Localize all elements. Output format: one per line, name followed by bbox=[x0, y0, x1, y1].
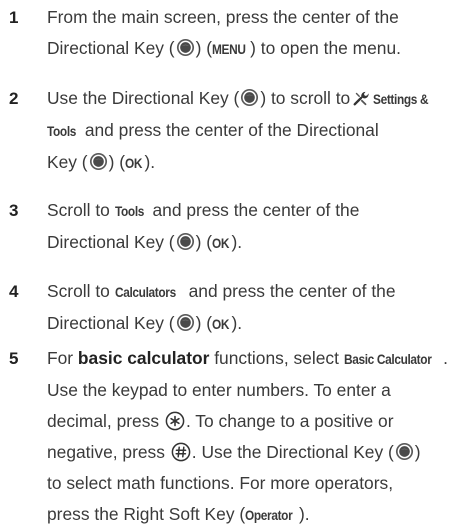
step-line: Use the Directional Key ( ) to scroll to S… bbox=[47, 83, 473, 115]
step-line: Key ( ) (OK). bbox=[47, 147, 473, 179]
directional-key-icon bbox=[176, 232, 195, 251]
directional-key-icon bbox=[395, 442, 414, 461]
text-segment: . Use the Directional Key ( bbox=[191, 442, 394, 462]
text-segment: and press the center of the Directional bbox=[80, 120, 379, 140]
step-number: 2 bbox=[9, 89, 19, 108]
ok-key-label: OK bbox=[212, 236, 230, 251]
directional-key-icon bbox=[89, 152, 108, 171]
ok-key-label: OK bbox=[125, 156, 143, 171]
step-line: Use the keypad to enter numbers. To ente… bbox=[47, 375, 473, 406]
calculators-label: Calculators bbox=[114, 285, 176, 300]
step-text: For basic calculator functions, select B… bbox=[47, 343, 473, 531]
step-number: 3 bbox=[9, 201, 19, 220]
step-line: Scroll to Calculators and press the cent… bbox=[47, 276, 473, 308]
text-segment: ) bbox=[414, 442, 421, 462]
text-segment: ) ( bbox=[195, 313, 212, 333]
text-segment: ). bbox=[298, 504, 310, 524]
text-segment: ). bbox=[231, 232, 243, 252]
menu-key-label: MENU bbox=[212, 42, 246, 57]
text-segment: Directional Key ( bbox=[47, 38, 175, 58]
text-segment: Scroll to bbox=[47, 281, 115, 301]
step-line: Directional Key ( ) (OK). bbox=[47, 308, 473, 340]
step-line: From the main screen, press the center o… bbox=[47, 2, 473, 33]
text-segment: ) ( bbox=[108, 152, 126, 172]
text-segment: ) ( bbox=[195, 232, 212, 252]
star-key-icon bbox=[165, 411, 185, 431]
step-line: Scroll to Tools and press the center of … bbox=[47, 195, 473, 227]
step-line: Tools and press the center of the Direct… bbox=[47, 115, 473, 147]
step-line: For basic calculator functions, select B… bbox=[47, 343, 473, 375]
text-segment: ) ( bbox=[195, 38, 212, 58]
directional-key-icon bbox=[176, 313, 195, 332]
step-text: Scroll to Tools and press the center of … bbox=[47, 195, 473, 259]
text-segment: ) to open the menu. bbox=[250, 38, 401, 58]
step-line: Directional Key ( ) (OK). bbox=[47, 227, 473, 259]
step-text: From the main screen, press the center o… bbox=[47, 2, 473, 65]
pound-key-icon bbox=[171, 442, 191, 462]
text-segment: . To change to a positive or bbox=[185, 411, 394, 431]
directional-key-icon bbox=[176, 38, 195, 57]
text-segment: press the Right Soft Key ( bbox=[47, 504, 246, 524]
text-segment: ) to scroll to bbox=[260, 88, 351, 108]
text-segment: and press the center of the bbox=[147, 200, 360, 220]
step-line: negative, press . Use the Directional Ke… bbox=[47, 437, 473, 468]
text-segment: Use the Directional Key ( bbox=[47, 88, 240, 108]
text-segment: ). bbox=[144, 152, 156, 172]
step-number: 1 bbox=[9, 8, 19, 27]
step-number: 5 bbox=[9, 349, 19, 368]
text-segment: Use the keypad to enter numbers. To ente… bbox=[47, 380, 391, 400]
operator-key-label: Operator bbox=[245, 508, 293, 523]
text-segment: functions, select bbox=[209, 348, 344, 368]
step-line: press the Right Soft Key (Operator). bbox=[47, 499, 473, 531]
text-segment: Directional Key ( bbox=[47, 313, 175, 333]
text-segment: negative, press bbox=[47, 442, 170, 462]
text-segment: to select math functions. For more opera… bbox=[47, 473, 394, 493]
text-segment: For bbox=[47, 348, 78, 368]
step-line: decimal, press . To change to a positive… bbox=[47, 406, 473, 437]
basic-calculator-label: Basic Calculator bbox=[343, 352, 432, 367]
step-line: to select math functions. For more opera… bbox=[47, 468, 473, 499]
basic-calculator-emphasis: basic calculator bbox=[77, 348, 210, 368]
wrench-icon bbox=[352, 89, 370, 107]
step-line: Directional Key ( ) (MENU ) to open the me… bbox=[47, 33, 473, 65]
step-text: Scroll to Calculators and press the cent… bbox=[47, 276, 473, 340]
settings-tools-label: Settings & bbox=[373, 92, 429, 107]
text-segment: Key ( bbox=[47, 152, 88, 172]
instruction-steps: 1 From the main screen, press the center… bbox=[0, 0, 475, 528]
step-number: 4 bbox=[9, 282, 19, 301]
text-segment: From the main screen, press the center o… bbox=[47, 7, 399, 27]
ok-key-label: OK bbox=[212, 317, 230, 332]
text-segment: . bbox=[443, 348, 449, 368]
text-segment: Directional Key ( bbox=[47, 232, 175, 252]
tools-label: Tools bbox=[114, 204, 144, 219]
text-segment: Scroll to bbox=[47, 200, 115, 220]
directional-key-icon bbox=[240, 88, 259, 107]
settings-tools-label: Tools bbox=[47, 124, 77, 139]
step-text: Use the Directional Key ( ) to scroll to S… bbox=[47, 83, 473, 179]
text-segment: ). bbox=[231, 313, 243, 333]
text-segment: and press the center of the bbox=[183, 281, 396, 301]
text-segment: decimal, press bbox=[47, 411, 164, 431]
